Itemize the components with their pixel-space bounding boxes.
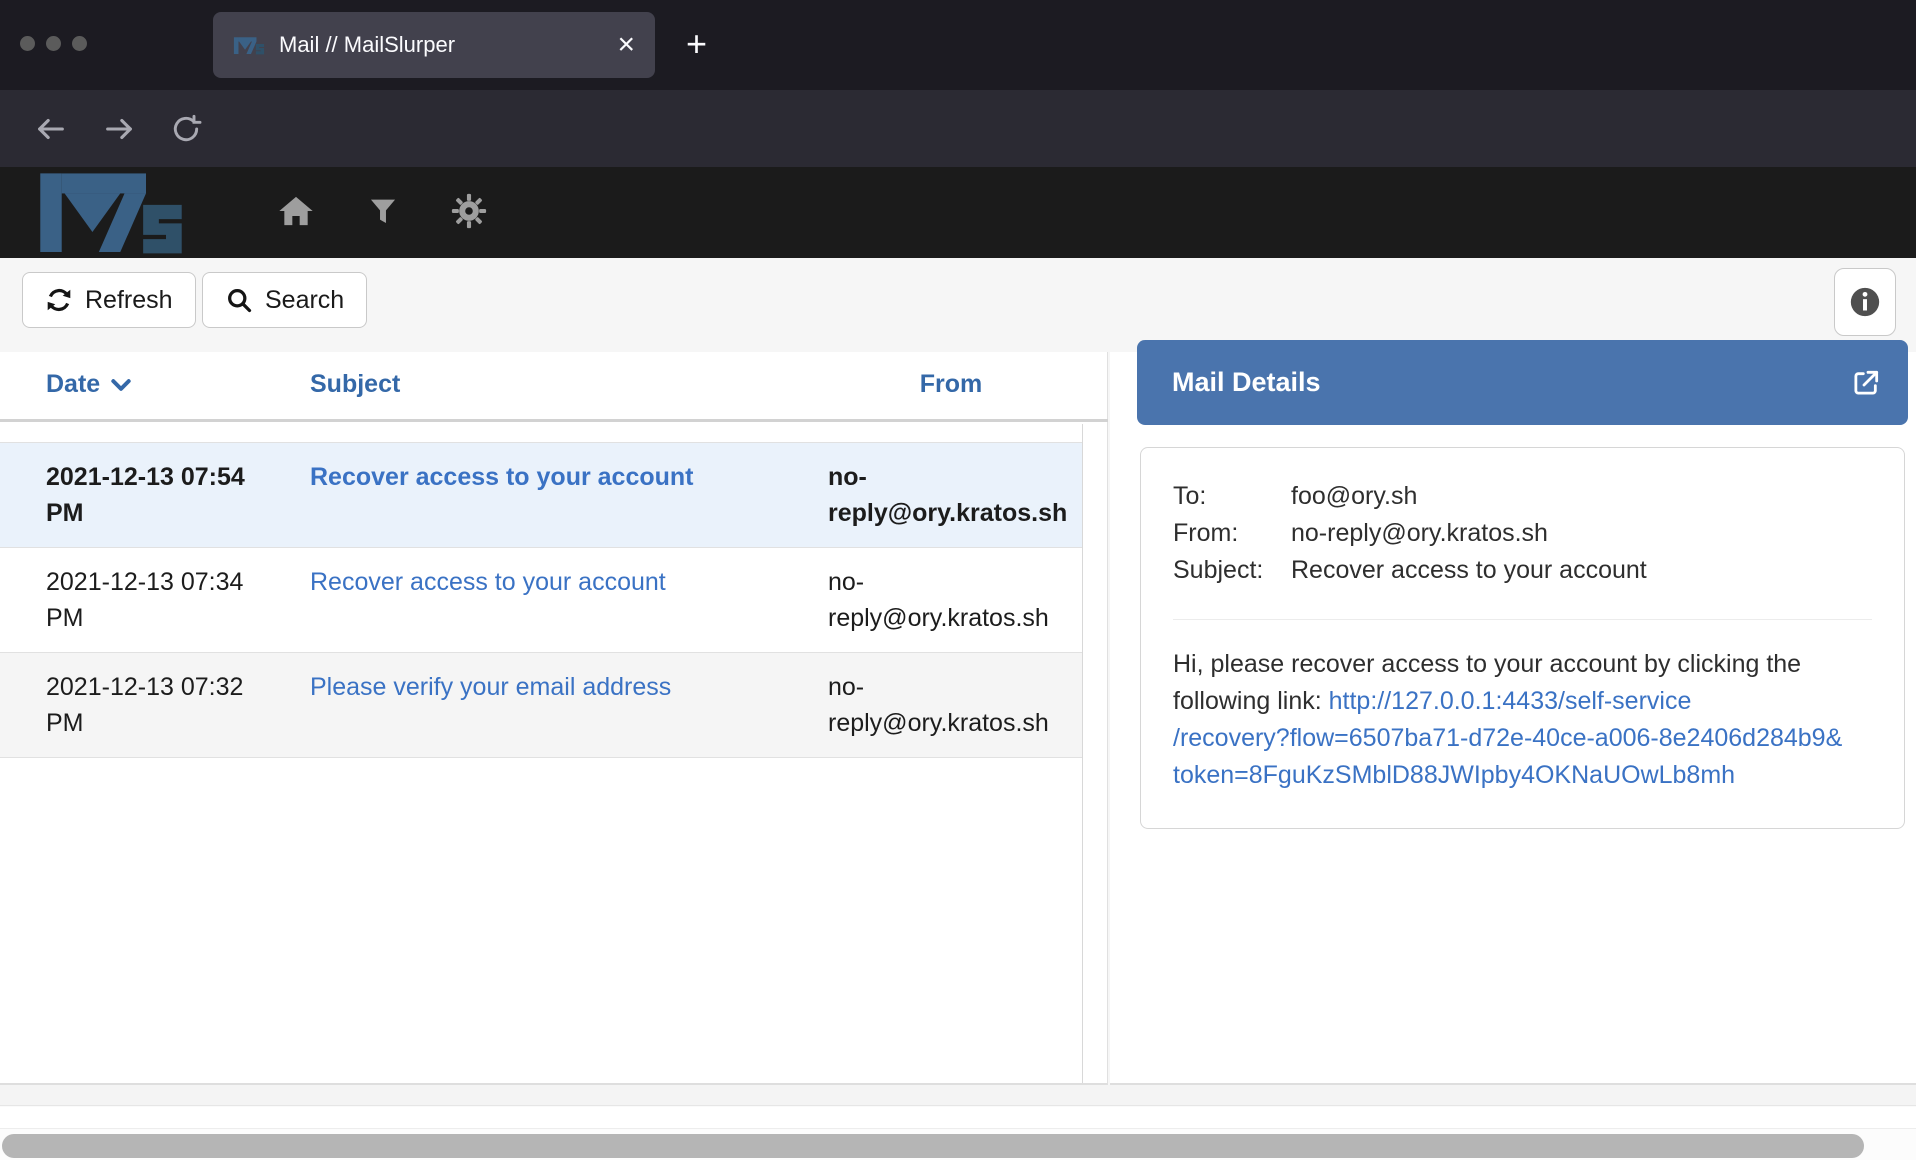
tab-close-icon[interactable]: × — [617, 30, 635, 60]
detail-field-value: no-reply@ory.kratos.sh — [1291, 515, 1548, 552]
forward-icon[interactable] — [102, 112, 136, 146]
settings-icon[interactable] — [450, 192, 488, 230]
info-button[interactable] — [1834, 268, 1896, 336]
window-controls[interactable] — [20, 36, 87, 51]
mail-list-row[interactable]: 2021-12-13 07:54 PM Recover access to yo… — [0, 442, 1082, 548]
detail-field-label: To: — [1173, 478, 1291, 515]
info-icon — [1848, 285, 1882, 319]
mailslurper-navbar — [0, 167, 1916, 258]
refresh-button[interactable]: Refresh — [22, 272, 196, 328]
column-header-date[interactable]: Date — [0, 370, 280, 399]
back-icon[interactable] — [34, 112, 68, 146]
detail-field-value: Recover access to your account — [1291, 552, 1647, 589]
mailslurper-logo[interactable] — [36, 169, 186, 255]
mail-details-title: Mail Details — [1172, 367, 1850, 398]
detail-field-value: foo@ory.sh — [1291, 478, 1417, 515]
mail-list-row[interactable]: 2021-12-13 07:32 PM Please verify your e… — [0, 653, 1082, 758]
mail-body: Hi, please recover access to your accoun… — [1173, 646, 1872, 794]
mail-details-panel: Mail Details To: foo@ory.sh From: no-rep… — [1110, 352, 1916, 1085]
search-label: Search — [265, 286, 344, 315]
mail-subject-link[interactable]: Please verify your email address — [280, 669, 820, 741]
mail-header-fields: To: foo@ory.sh From: no-reply@ory.kratos… — [1173, 478, 1872, 589]
filter-icon[interactable] — [366, 192, 400, 230]
column-header-from[interactable]: From — [820, 370, 1082, 399]
mail-from: no-reply@ory.kratos.sh — [820, 459, 1082, 531]
detail-field: To: foo@ory.sh — [1173, 478, 1872, 515]
mail-from: no-reply@ory.kratos.sh — [820, 564, 1082, 636]
mail-date: 2021-12-13 07:32 PM — [0, 669, 280, 741]
detail-field-label: Subject: — [1173, 552, 1291, 589]
search-icon — [225, 286, 253, 314]
horizontal-scrollbar-thumb[interactable] — [2, 1134, 1864, 1158]
mail-subject-link[interactable]: Recover access to your account — [280, 564, 820, 636]
mailslurper-window: Mail // MailSlurper × + 127.0.0.1:4436/#… — [0, 0, 1916, 1170]
mail-subject-link[interactable]: Recover access to your account — [280, 459, 820, 531]
mail-list-header: Date Subject From — [0, 352, 1108, 422]
mail-details-header: Mail Details — [1137, 340, 1908, 425]
open-external-icon[interactable] — [1850, 367, 1882, 399]
detail-field: Subject: Recover access to your account — [1173, 552, 1872, 589]
column-header-subject[interactable]: Subject — [280, 370, 820, 399]
detail-field-label: From: — [1173, 515, 1291, 552]
tab-title: Mail // MailSlurper — [279, 32, 607, 58]
horizontal-scrollbar-track[interactable] — [0, 1128, 1916, 1160]
mail-date: 2021-12-13 07:54 PM — [0, 459, 280, 531]
action-toolbar: Refresh Search — [0, 258, 1916, 352]
home-icon[interactable] — [276, 191, 316, 231]
list-scroll-gutter — [1082, 424, 1083, 1083]
mail-date: 2021-12-13 07:34 PM — [0, 564, 280, 636]
browser-tab[interactable]: Mail // MailSlurper × — [213, 12, 655, 78]
mail-details-card: To: foo@ory.sh From: no-reply@ory.kratos… — [1140, 447, 1905, 829]
refresh-label: Refresh — [85, 286, 173, 315]
browser-navbar: 127.0.0.1:4436/# 90% — [0, 90, 1916, 167]
mail-list-row[interactable]: 2021-12-13 07:34 PM Recover access to yo… — [0, 548, 1082, 653]
detail-field: From: no-reply@ory.kratos.sh — [1173, 515, 1872, 552]
mail-from: no-reply@ory.kratos.sh — [820, 669, 1082, 741]
mail-list-rows: 2021-12-13 07:54 PM Recover access to yo… — [0, 442, 1082, 758]
sort-chevron-down-icon — [110, 377, 132, 393]
reload-icon[interactable] — [170, 113, 202, 145]
bottom-spacer — [0, 1085, 1916, 1106]
new-tab-button[interactable]: + — [686, 22, 707, 66]
refresh-icon — [45, 286, 73, 314]
search-button[interactable]: Search — [202, 272, 367, 328]
mailslurper-favicon-icon — [233, 36, 265, 55]
details-divider — [1173, 619, 1872, 620]
mail-list-panel: Date Subject From 2021-12-13 07:54 PM Re… — [0, 352, 1108, 1085]
browser-tab-bar: Mail // MailSlurper × + — [0, 0, 1916, 90]
